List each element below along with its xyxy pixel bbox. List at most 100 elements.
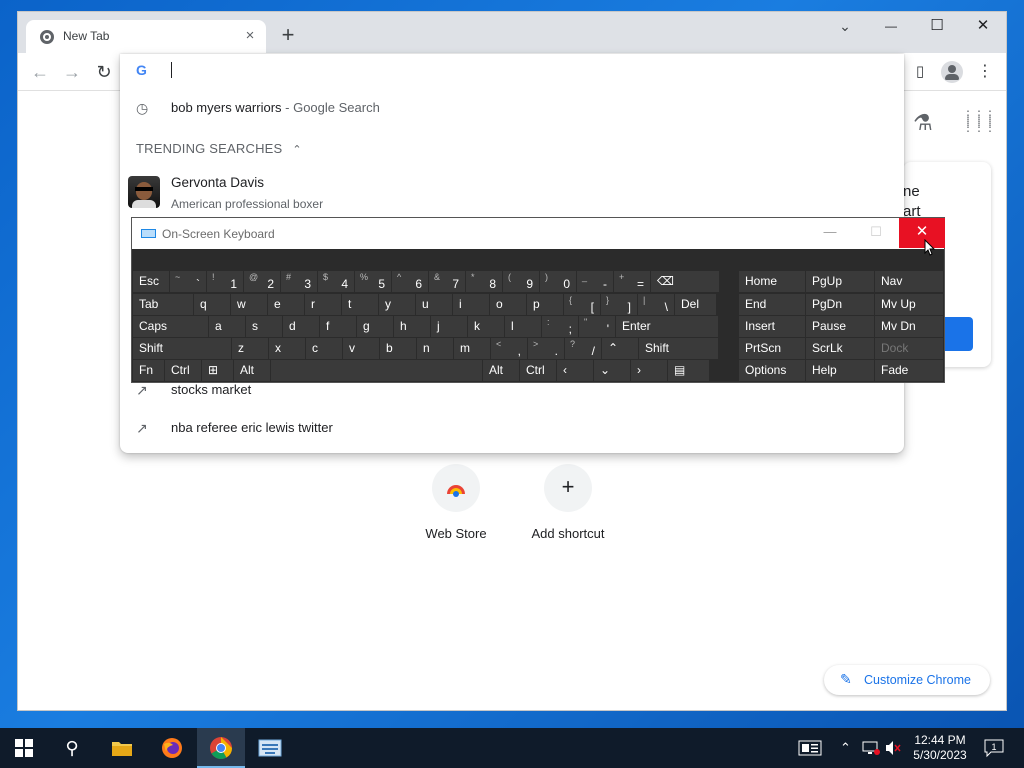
osk-key[interactable]: Fn — [133, 360, 164, 381]
osk-key[interactable]: ‹ — [557, 360, 593, 381]
volume-muted-icon[interactable] — [885, 740, 901, 768]
osk-nav-key[interactable]: PgUp — [806, 271, 874, 292]
osk-key[interactable]: ! 1 — [207, 271, 243, 292]
osk-key[interactable]: a — [209, 316, 245, 337]
menu-icon[interactable]: ⋮ — [973, 61, 997, 85]
osk-key[interactable]: Tab — [133, 294, 193, 315]
osk-key[interactable]: e — [268, 294, 304, 315]
osk-nav-key[interactable]: Options — [739, 360, 805, 381]
search-icon[interactable]: ⚲ — [48, 728, 96, 768]
osk-key[interactable]: + = — [614, 271, 650, 292]
osk-key[interactable]: d — [283, 316, 319, 337]
osk-key[interactable]: " ' — [579, 316, 615, 337]
trending-searches-header[interactable]: TRENDING SEARCHES ⌃ — [136, 141, 302, 156]
osk-nav-key[interactable]: ScrLk — [806, 338, 874, 359]
osk-key[interactable]: z — [232, 338, 268, 359]
osk-nav-key[interactable]: Nav — [875, 271, 943, 292]
osk-key[interactable]: r — [305, 294, 341, 315]
shortcut-web-store[interactable]: Web Store — [401, 464, 511, 541]
profile-avatar-icon[interactable] — [941, 61, 963, 83]
osk-key[interactable]: h — [394, 316, 430, 337]
osk-nav-key[interactable]: Dock — [875, 338, 943, 359]
osk-key[interactable]: Ctrl — [520, 360, 556, 381]
osk-key[interactable]: c — [306, 338, 342, 359]
osk-key[interactable]: ⌄ — [594, 360, 630, 381]
osk-key[interactable]: (9 — [503, 271, 539, 292]
osk-key[interactable]: i — [453, 294, 489, 315]
osk-key[interactable]: Esc — [133, 271, 169, 292]
file-explorer-icon[interactable] — [98, 728, 146, 768]
osk-key[interactable]: Ctrl — [165, 360, 201, 381]
osk-key[interactable]: o — [490, 294, 526, 315]
osk-key[interactable]: % 5 — [355, 271, 391, 292]
osk-nav-key[interactable]: PrtScn — [739, 338, 805, 359]
osk-key[interactable]: | \ — [638, 294, 674, 315]
side-panel-icon[interactable]: ▯ — [908, 61, 932, 85]
osk-key[interactable]: #3 — [281, 271, 317, 292]
osk-key[interactable]: j — [431, 316, 467, 337]
osk-key[interactable]: ) 0 — [540, 271, 576, 292]
minimize-button[interactable]: — — [868, 12, 914, 42]
osk-minimize-button[interactable]: — — [807, 218, 853, 248]
chevron-up-icon[interactable]: ⌃ — [840, 740, 851, 768]
osk-key[interactable]: ~ ` — [170, 271, 206, 292]
tab-close-icon[interactable]: × — [240, 26, 260, 46]
osk-key[interactable]: ⌃ — [602, 338, 638, 359]
osk-key[interactable]: › — [631, 360, 667, 381]
chevron-up-icon[interactable]: ⌃ — [292, 144, 301, 156]
osk-key[interactable]: _ - — [577, 271, 613, 292]
osk-key[interactable]: Del — [675, 294, 716, 315]
osk-key[interactable]: q — [194, 294, 230, 315]
text-caret[interactable] — [171, 62, 172, 78]
osk-key[interactable] — [271, 360, 482, 381]
osk-nav-key[interactable]: PgDn — [806, 294, 874, 315]
news-icon[interactable] — [798, 740, 822, 768]
osk-key[interactable]: ? / — [565, 338, 601, 359]
osk-key[interactable]: b — [380, 338, 416, 359]
osk-nav-key[interactable]: Pause — [806, 316, 874, 337]
osk-key[interactable]: :; — [542, 316, 578, 337]
osk-key[interactable]: Enter — [616, 316, 718, 337]
osk-key[interactable]: g — [357, 316, 393, 337]
osk-key[interactable]: t — [342, 294, 378, 315]
osk-key[interactable]: <, — [491, 338, 527, 359]
forward-icon[interactable]: → — [60, 61, 84, 85]
tab-new-tab[interactable]: New Tab × — [26, 20, 266, 53]
osk-key[interactable]: y — [379, 294, 415, 315]
osk-key[interactable]: v — [343, 338, 379, 359]
osk-nav-key[interactable]: Mv Up — [875, 294, 943, 315]
osk-nav-key[interactable]: Fade — [875, 360, 943, 381]
osk-key[interactable]: s — [246, 316, 282, 337]
osk-key[interactable]: ⌫ — [651, 271, 719, 292]
osk-key[interactable]: ^ 6 — [392, 271, 428, 292]
reload-icon[interactable]: ↻ — [92, 61, 116, 85]
osk-nav-key[interactable]: End — [739, 294, 805, 315]
osk-icon[interactable] — [246, 728, 294, 768]
osk-key[interactable]: u — [416, 294, 452, 315]
osk-key[interactable]: @2 — [244, 271, 280, 292]
osk-key[interactable]: & 7 — [429, 271, 465, 292]
labs-icon[interactable]: ⚗ — [913, 110, 933, 136]
notifications-icon[interactable]: 1 — [983, 738, 1005, 768]
apps-grid-icon[interactable]: ⋮⋮⋮ ⋮⋮⋮ ⋮⋮⋮ — [962, 109, 996, 133]
osk-key[interactable]: >. — [528, 338, 564, 359]
network-icon[interactable] — [862, 740, 880, 768]
osk-nav-key[interactable]: Mv Dn — [875, 316, 943, 337]
tab-search-icon[interactable]: ⌄ — [822, 12, 868, 42]
osk-key[interactable]: x — [269, 338, 305, 359]
osk-title-bar[interactable]: On-Screen Keyboard — ☐ ✕ — [132, 218, 945, 249]
system-clock[interactable]: 12:44 PM 5/30/2023 — [905, 733, 975, 763]
back-icon[interactable]: ← — [28, 61, 52, 85]
osk-key[interactable]: Caps — [133, 316, 208, 337]
osk-key[interactable]: Shift — [639, 338, 718, 359]
maximize-button[interactable]: ☐ — [914, 12, 960, 42]
osk-key[interactable]: {[ — [564, 294, 600, 315]
shortcut-add[interactable]: + Add shortcut — [513, 464, 623, 541]
osk-nav-key[interactable]: Help — [806, 360, 874, 381]
osk-key[interactable]: Alt — [483, 360, 519, 381]
chrome-icon[interactable] — [197, 728, 245, 768]
osk-key[interactable]: * 8 — [466, 271, 502, 292]
osk-key[interactable]: m — [454, 338, 490, 359]
osk-maximize-button[interactable]: ☐ — [853, 218, 899, 248]
close-button[interactable]: ✕ — [960, 12, 1006, 42]
